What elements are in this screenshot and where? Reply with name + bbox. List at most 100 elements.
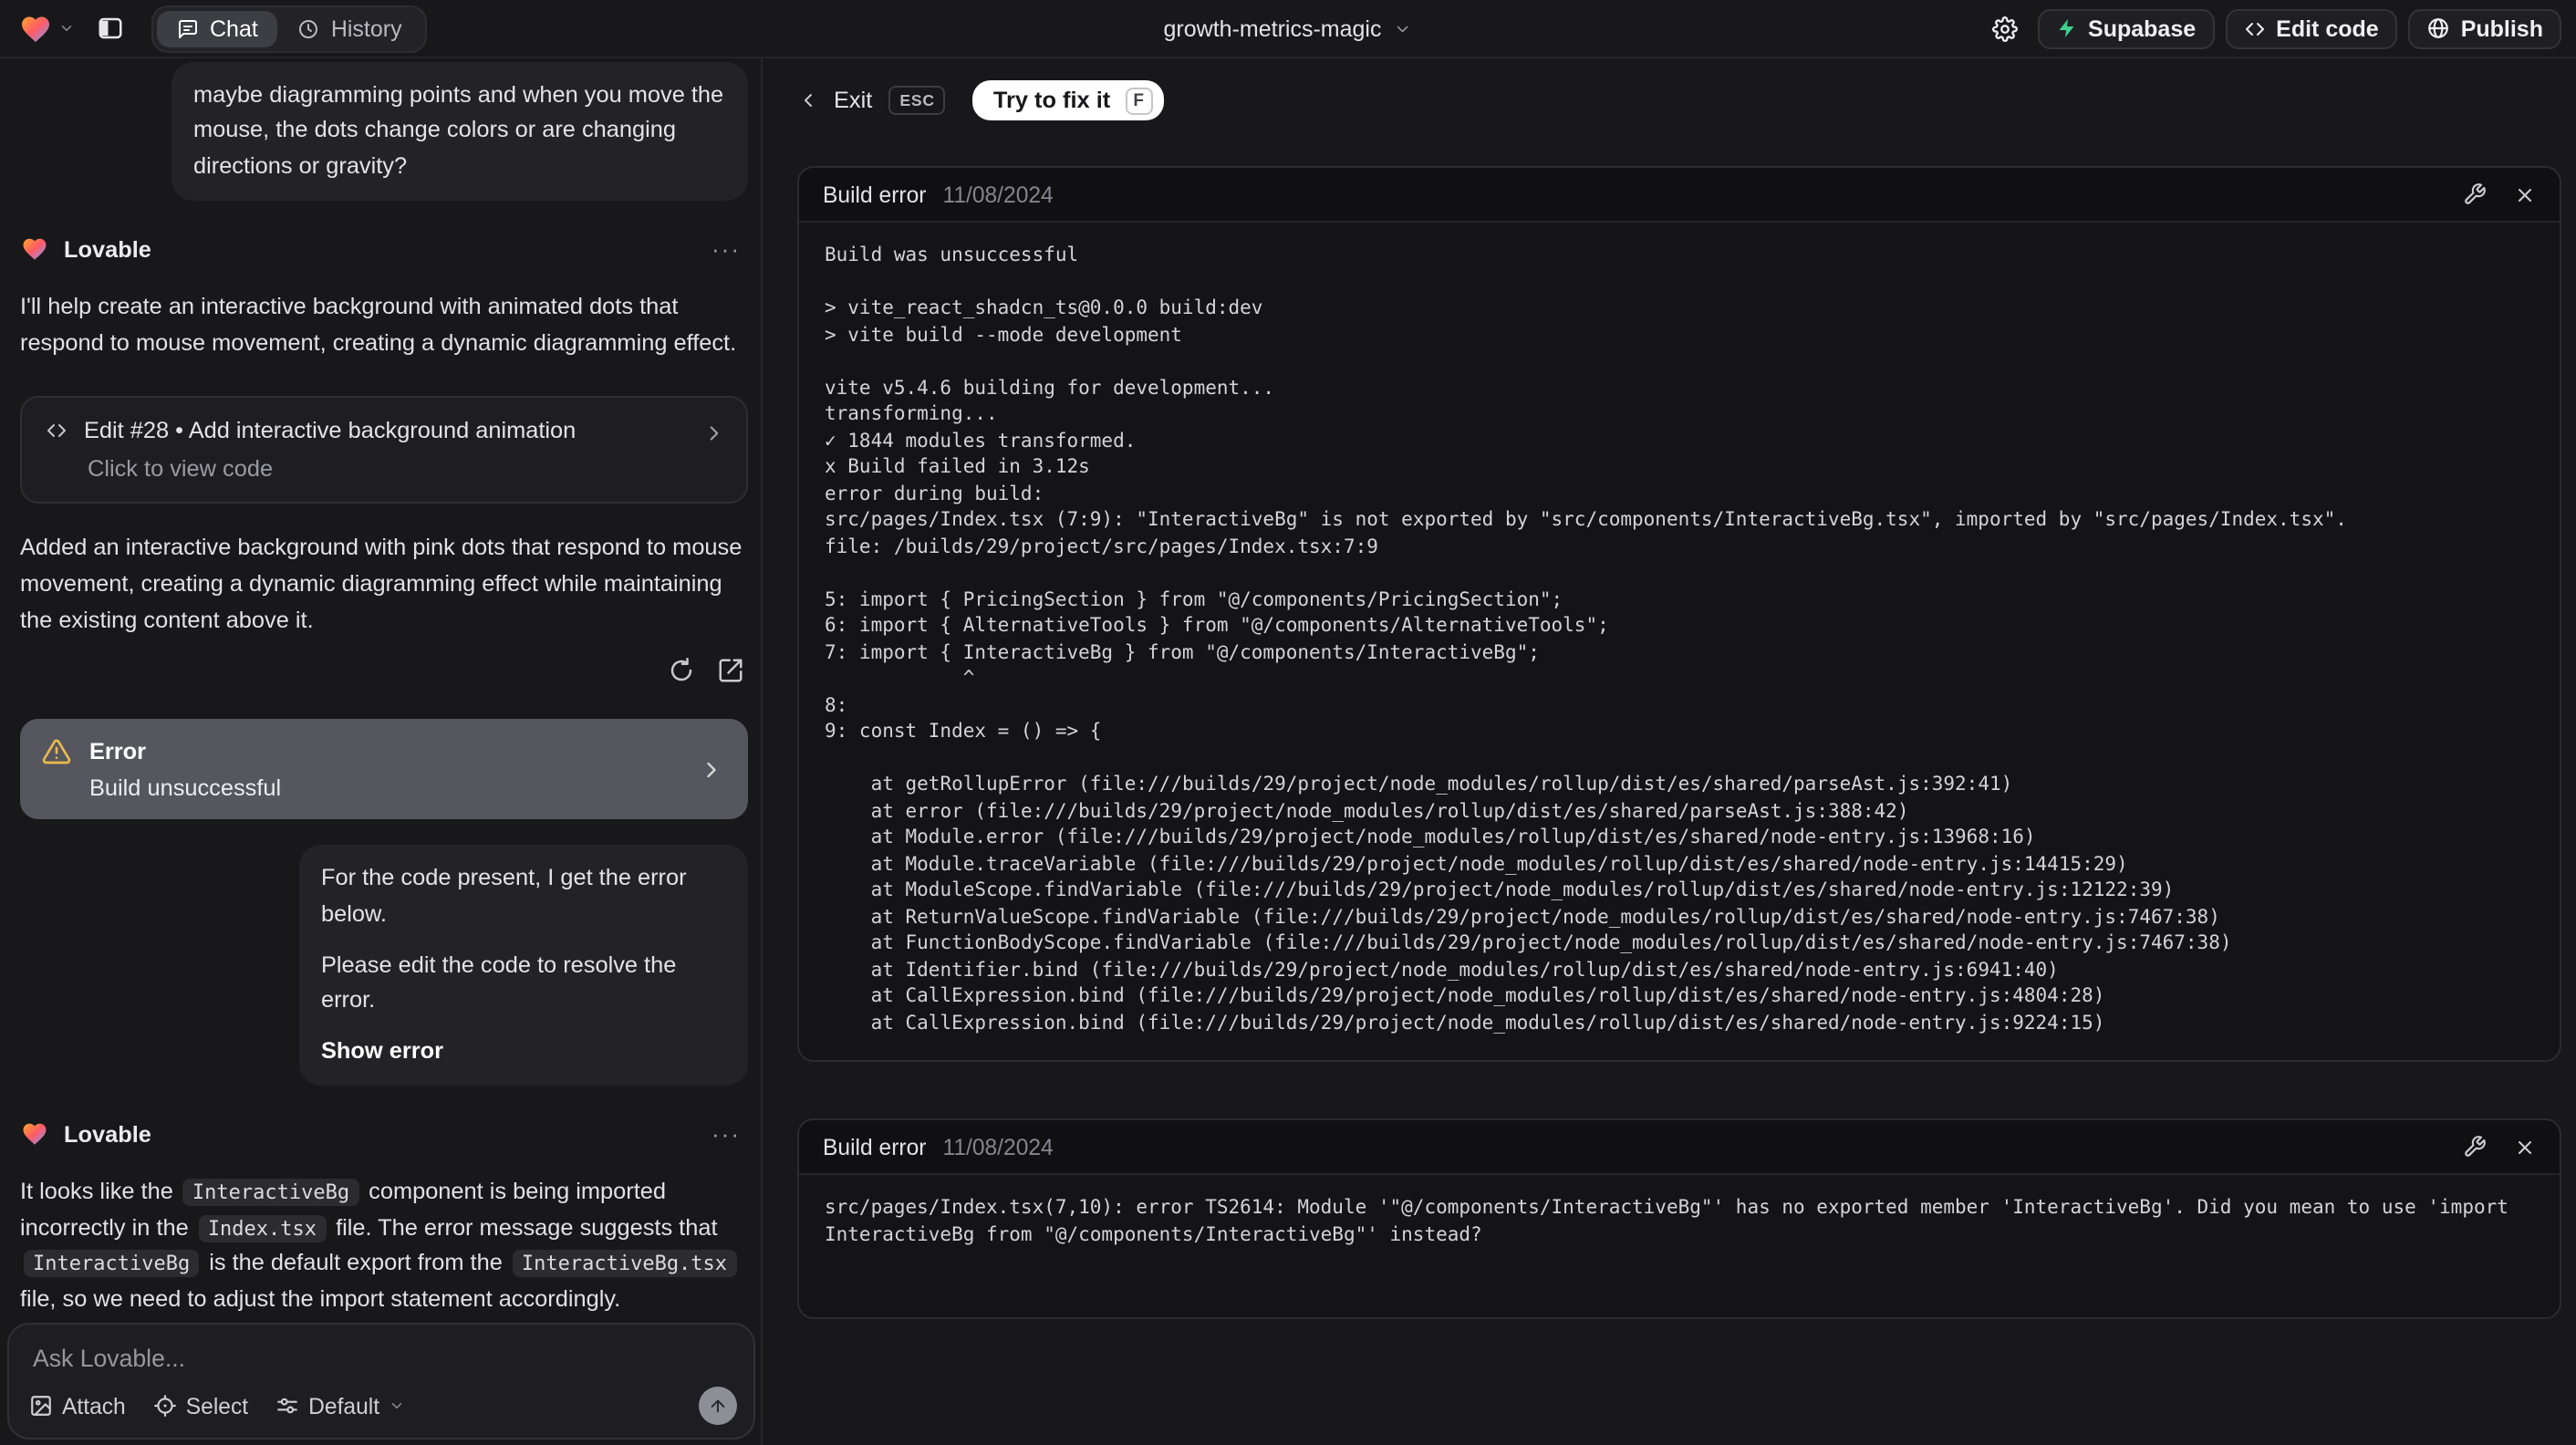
- chat-message-list[interactable]: maybe diagramming points and when you mo…: [0, 58, 761, 1312]
- topbar-left: Chat History: [15, 5, 428, 52]
- lovable-app: Chat History growth-metrics-magic Supaba…: [0, 0, 2576, 1445]
- f-key-badge: F: [1125, 87, 1153, 114]
- sliders-icon: [275, 1394, 299, 1418]
- gear-icon: [1992, 16, 2018, 41]
- try-to-fix-button[interactable]: Try to fix it F: [972, 80, 1164, 120]
- code-brackets-icon: [2243, 17, 2265, 39]
- user-message-text: maybe diagramming points and when you mo…: [193, 82, 724, 179]
- chevron-left-icon: [797, 89, 819, 111]
- project-switcher[interactable]: growth-metrics-magic: [1164, 0, 1413, 57]
- attach-label: Attach: [62, 1393, 126, 1419]
- globe-icon: [2426, 16, 2450, 40]
- chat-input[interactable]: Ask Lovable...: [9, 1325, 753, 1372]
- project-name: growth-metrics-magic: [1163, 16, 1382, 41]
- error-panel-header: Exit ESC Try to fix it F: [797, 80, 2561, 120]
- publish-button[interactable]: Publish: [2407, 8, 2561, 48]
- fix-button-label: Try to fix it: [992, 88, 1111, 113]
- history-icon: [298, 17, 320, 39]
- assistant-name: Lovable: [64, 1121, 151, 1148]
- build-error-card-header: Build error 11/08/2024: [799, 168, 2560, 223]
- chevron-right-icon: [702, 422, 726, 446]
- wrench-icon[interactable]: [2463, 1135, 2487, 1159]
- chevron-right-icon: [699, 756, 724, 782]
- error-panel: Exit ESC Try to fix it F Build error 11/…: [763, 58, 2576, 1445]
- select-button[interactable]: Select: [153, 1393, 248, 1419]
- user-message: maybe diagramming points and when you mo…: [171, 62, 748, 202]
- close-icon[interactable]: [2514, 1136, 2536, 1158]
- topbar: Chat History growth-metrics-magic Supaba…: [0, 0, 2576, 58]
- assistant-header: Lovable ···: [20, 1120, 748, 1148]
- text-segment: is the default export from the: [203, 1250, 509, 1276]
- edit-card-title: Edit #28 • Add interactive background an…: [84, 418, 576, 444]
- user-message-line: Please edit the code to resolve the erro…: [321, 952, 677, 1014]
- chat-panel: maybe diagramming points and when you mo…: [0, 58, 763, 1445]
- assistant-name: Lovable: [64, 236, 151, 263]
- supabase-button[interactable]: Supabase: [2037, 8, 2215, 48]
- tab-history[interactable]: History: [278, 10, 422, 47]
- build-error-date: 11/08/2024: [942, 182, 1054, 207]
- text-segment: file. The error message suggests that: [329, 1214, 718, 1241]
- text-segment: file, so we need to adjust the import st…: [20, 1286, 621, 1312]
- chat-history-tab-group: Chat History: [151, 5, 428, 52]
- main-split: maybe diagramming points and when you mo…: [0, 58, 2576, 1445]
- build-error-log-text: Build was unsuccessful > vite_react_shad…: [825, 244, 2347, 1034]
- close-icon[interactable]: [2514, 183, 2536, 205]
- assistant-paragraph: I'll help create an interactive backgrou…: [20, 294, 737, 356]
- topbar-right: Supabase Edit code Publish: [1984, 8, 2561, 48]
- edit-code-button[interactable]: Edit code: [2225, 8, 2397, 48]
- arrow-up-icon: [708, 1396, 728, 1416]
- edit-code-label: Edit code: [2276, 16, 2379, 41]
- settings-button[interactable]: [1984, 8, 2026, 48]
- user-message: For the code present, I get the error be…: [299, 845, 748, 1086]
- supabase-label: Supabase: [2088, 16, 2197, 41]
- build-error-card: Build error 11/08/2024 Build was unsucce…: [797, 166, 2561, 1062]
- inline-code: InteractiveBg.tsx: [512, 1250, 737, 1278]
- mode-dropdown[interactable]: Default: [275, 1393, 405, 1419]
- build-error-date: 11/08/2024: [942, 1134, 1054, 1159]
- sidebar-toggle-button[interactable]: [89, 8, 130, 48]
- build-error-title: Build error: [823, 1134, 927, 1159]
- image-plus-icon: [29, 1394, 53, 1418]
- more-options-icon[interactable]: ···: [712, 236, 748, 260]
- warning-triangle-icon: [42, 737, 71, 766]
- supabase-bolt-icon: [2055, 16, 2077, 40]
- tab-chat[interactable]: Chat: [157, 10, 278, 47]
- text-segment: It looks like the: [20, 1179, 180, 1205]
- mode-label: Default: [308, 1393, 380, 1419]
- build-error-log[interactable]: src/pages/Index.tsx(7,10): error TS2614:…: [799, 1175, 2560, 1317]
- panel-left-icon: [96, 15, 123, 42]
- lovable-heart-icon: [18, 12, 53, 45]
- build-error-card: Build error 11/08/2024 src/pages/Index.t…: [797, 1118, 2561, 1319]
- open-preview-icon[interactable]: [717, 657, 744, 684]
- build-error-title: Build error: [823, 182, 927, 207]
- composer: Ask Lovable... Attach Select Default: [7, 1323, 755, 1440]
- edit-card-title-row: Edit #28 • Add interactive background an…: [46, 419, 724, 444]
- build-error-status-card[interactable]: Error Build unsuccessful: [20, 719, 748, 820]
- wrench-icon[interactable]: [2463, 182, 2487, 206]
- chevron-down-icon: [58, 20, 75, 36]
- attach-button[interactable]: Attach: [29, 1393, 126, 1419]
- error-card-subtitle: Build unsuccessful: [89, 775, 282, 802]
- send-button[interactable]: [699, 1387, 737, 1425]
- lovable-heart-icon: [20, 1120, 49, 1148]
- build-error-card-header: Build error 11/08/2024: [799, 1120, 2560, 1175]
- edit-card-28[interactable]: Edit #28 • Add interactive background an…: [20, 396, 748, 504]
- composer-toolbar: Attach Select Default: [29, 1387, 737, 1425]
- chevron-down-icon: [389, 1398, 405, 1414]
- exit-button[interactable]: Exit: [834, 88, 872, 113]
- tab-history-label: History: [330, 16, 402, 41]
- build-error-card-actions: [2463, 182, 2536, 206]
- error-card-title-row: Error: [42, 737, 726, 766]
- restore-icon[interactable]: [668, 657, 695, 684]
- more-options-icon[interactable]: ···: [712, 1121, 748, 1145]
- assistant-paragraph: Added an interactive background with pin…: [20, 535, 743, 633]
- lovable-logo-menu[interactable]: [15, 8, 78, 48]
- lovable-heart-icon: [20, 235, 49, 263]
- edit-card-subtitle: Click to view code: [88, 456, 274, 483]
- crosshair-icon: [153, 1394, 177, 1418]
- show-error-link[interactable]: Show error: [321, 1034, 726, 1070]
- build-error-log[interactable]: Build was unsuccessful > vite_react_shad…: [799, 223, 2560, 1060]
- inline-code: InteractiveBg: [24, 1250, 200, 1278]
- build-error-log-text: src/pages/Index.tsx(7,10): error TS2614:…: [825, 1197, 2520, 1245]
- inline-code: InteractiveBg: [182, 1179, 359, 1207]
